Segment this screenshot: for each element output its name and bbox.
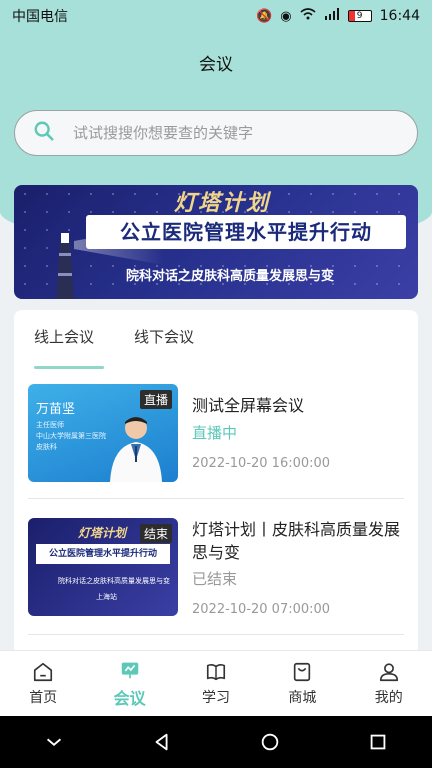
battery-level: 9 (356, 11, 363, 21)
banner-title: 公立医院管理水平提升行动 (86, 215, 406, 249)
clock: 16:44 (379, 8, 420, 24)
tab-profile[interactable]: 我的 (349, 661, 429, 707)
search-input[interactable] (73, 124, 393, 142)
divider (28, 498, 404, 499)
tab-shop[interactable]: 商城 (262, 661, 342, 707)
thumb-doctor-title: 主任医师 (36, 421, 64, 429)
thumb-title: 公立医院管理水平提升行动 (36, 544, 170, 564)
tab-meeting-label: 会议 (113, 688, 146, 708)
carrier-label: 中国电信 (12, 9, 68, 25)
lighthouse-icon (56, 233, 74, 299)
tab-online[interactable]: 线上会议 (34, 326, 105, 369)
page-title: 会议 (199, 55, 233, 75)
tab-profile-label: 我的 (374, 689, 403, 706)
thumb-doctor-info: 主任医师 中山大学附属第三医院 皮肤科 (36, 420, 106, 453)
eye-icon: ◉ (280, 8, 292, 24)
meeting-title: 测试全屏幕会议 (192, 396, 305, 415)
recent-apps-icon[interactable] (367, 731, 389, 753)
meeting-thumbnail: 灯塔计划 公立医院管理水平提升行动 院科对话之皮肤科高质量发展思与变 上海站 结… (28, 518, 178, 616)
thumb-doctor-dept: 皮肤科 (36, 443, 57, 451)
tab-shop-label: 商城 (288, 689, 317, 706)
banner[interactable]: 灯塔计划 公立医院管理水平提升行动 院科对话之皮肤科高质量发展思与变 (14, 185, 418, 299)
meeting-time: 2022-10-20 07:00:00 (192, 602, 331, 617)
tab-study[interactable]: 学习 (176, 661, 256, 707)
status-bar: 中国电信 🔕 ◉ 9 16:44 (0, 0, 432, 32)
book-icon (206, 663, 226, 680)
meeting-thumbnail: 万苗坚 主任医师 中山大学附属第三医院 皮肤科 直播 (28, 384, 178, 482)
wifi-icon (300, 8, 316, 24)
meeting-title: 灯塔计划丨皮肤科高质量发展思与变 (192, 520, 401, 562)
system-navigation-bar (0, 716, 432, 768)
thumb-doctor-hospital: 中山大学附属第三医院 (36, 432, 106, 440)
tab-home-label: 首页 (29, 689, 58, 706)
meeting-status: 直播中 (192, 424, 238, 442)
meeting-item[interactable]: 灯塔计划 公立医院管理水平提升行动 院科对话之皮肤科高质量发展思与变 上海站 结… (28, 518, 404, 618)
chevron-down-icon[interactable] (43, 731, 65, 753)
mute-icon: 🔕 (256, 8, 273, 24)
meeting-tabs: 线上会议 线下会议 (34, 326, 194, 369)
home-icon (34, 662, 53, 681)
tab-offline[interactable]: 线下会议 (134, 326, 194, 369)
meeting-item[interactable]: 万苗坚 主任医师 中山大学附属第三医院 皮肤科 直播 测试全屏幕会议 直播中 2… (28, 384, 404, 484)
back-icon[interactable] (151, 731, 173, 753)
tab-study-label: 学习 (201, 689, 230, 706)
thumb-doctor-name: 万苗坚 (36, 402, 76, 417)
meeting-icon (121, 662, 138, 678)
live-badge: 直播 (139, 390, 172, 409)
status-icons: 🔕 ◉ 9 16:44 (256, 8, 420, 24)
meeting-list-card: 线上会议 线下会议 万苗坚 主任医师 中山大学附属第三医院 皮肤科 直播 测试全… (14, 310, 418, 670)
thumb-subtitle: 院科对话之皮肤科高质量发展思与变 (58, 577, 170, 585)
thumb-script-title: 灯塔计划 (78, 526, 127, 540)
divider (28, 634, 404, 635)
tab-home[interactable]: 首页 (3, 661, 83, 707)
meeting-status: 已结束 (192, 570, 238, 588)
meeting-time: 2022-10-20 16:00:00 (192, 456, 331, 471)
bottom-tab-bar: 首页 会议 学习 商城 我的 (0, 650, 432, 716)
battery-icon: 9 (347, 10, 372, 22)
user-icon (379, 662, 398, 681)
tab-meeting[interactable]: 会议 (90, 659, 170, 709)
doctor-image (110, 417, 162, 482)
ended-badge: 结束 (139, 524, 172, 543)
banner-script-title: 灯塔计划 (174, 190, 271, 216)
thumb-city: 上海站 (96, 593, 117, 601)
home-circle-icon[interactable] (259, 731, 281, 753)
banner-subtitle: 院科对话之皮肤科高质量发展思与变 (126, 269, 335, 284)
search-icon (33, 120, 55, 146)
search-bar[interactable] (14, 110, 418, 156)
signal-icon (324, 8, 340, 24)
shop-icon (294, 662, 311, 681)
